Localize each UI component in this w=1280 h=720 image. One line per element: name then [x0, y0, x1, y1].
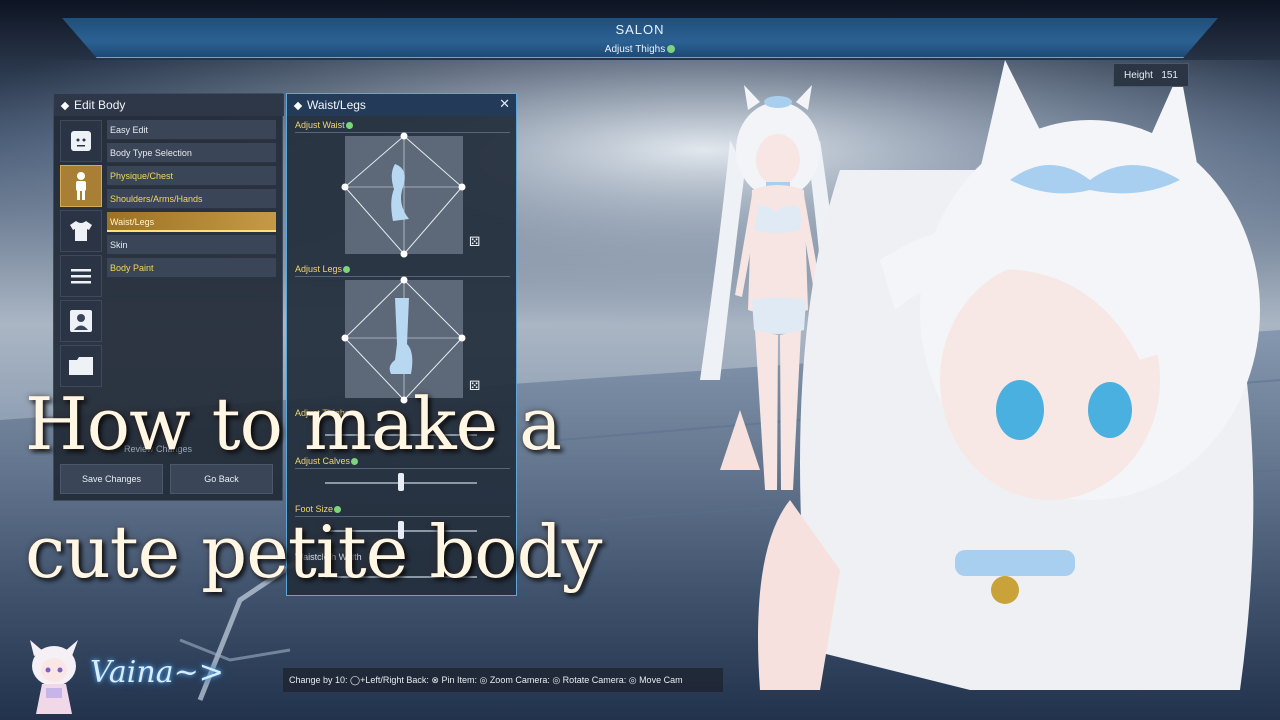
page-subtitle: Adjust Thighs: [0, 44, 1280, 55]
folder-icon: [69, 357, 93, 375]
category-profile[interactable]: [60, 300, 102, 342]
menu-item-easy-edit[interactable]: Easy Edit: [107, 120, 276, 140]
character-close-up: [720, 60, 1260, 690]
adjust-legs-label: Adjust Legs: [295, 264, 351, 274]
gem-icon: [343, 266, 351, 274]
height-label: Height: [1124, 69, 1153, 81]
category-clothing[interactable]: [60, 210, 102, 252]
signature-text: Vaina~>: [90, 655, 224, 690]
category-options[interactable]: [60, 255, 102, 297]
calves-slider-knob[interactable]: [398, 473, 404, 491]
edit-menu-list: Easy Edit Body Type Selection Physique/C…: [107, 120, 276, 281]
waist-legs-header: Waist/Legs: [287, 94, 516, 116]
randomize-dice-icon[interactable]: ⚄: [469, 234, 483, 249]
chibi-mascot-image: [30, 640, 78, 714]
menu-item-body-type[interactable]: Body Type Selection: [107, 143, 276, 163]
controls-help-bar: Change by 10: ◯+Left/Right Back: ⊗ Pin I…: [283, 668, 723, 692]
adjust-legs-text: Adjust Legs: [295, 264, 343, 274]
edit-body-header: Edit Body: [54, 94, 284, 116]
diamond-icon: [293, 101, 303, 111]
edit-body-title: Edit Body: [74, 98, 126, 112]
menu-item-shoulders[interactable]: Shoulders/Arms/Hands: [107, 189, 276, 209]
category-body[interactable]: [60, 165, 102, 207]
height-readout: Height 151: [1113, 63, 1189, 87]
subtitle-text: Adjust Thighs: [604, 44, 666, 55]
menu-item-skin[interactable]: Skin: [107, 235, 276, 255]
gem-icon: [667, 45, 676, 54]
page-title: SALON: [615, 22, 665, 37]
menu-lines-icon: [71, 269, 91, 284]
menu-item-waist-legs[interactable]: Waist/Legs: [107, 212, 276, 232]
overlay-title-line1: How to make a: [25, 382, 562, 466]
category-face[interactable]: [60, 120, 102, 162]
diamond-icon: [60, 101, 70, 111]
category-column: [60, 120, 104, 390]
game-scene: SALON Adjust Thighs Height 151 Edit Body: [0, 0, 1280, 720]
category-folder[interactable]: [60, 345, 102, 387]
body-figure-icon: [76, 172, 86, 200]
shirt-icon: [70, 221, 92, 241]
face-icon: [71, 131, 91, 151]
save-changes-button[interactable]: Save Changes: [60, 464, 163, 494]
user-card-icon: [70, 310, 92, 332]
divider: [295, 468, 510, 469]
overlay-title-line2: cute petite body: [25, 510, 602, 594]
menu-item-body-paint[interactable]: Body Paint: [107, 258, 276, 278]
height-value: 151: [1161, 69, 1178, 81]
close-icon[interactable]: ✕: [499, 96, 510, 112]
waist-legs-title: Waist/Legs: [307, 98, 366, 112]
menu-item-physique[interactable]: Physique/Chest: [107, 166, 276, 186]
waist-diamond-control[interactable]: [337, 129, 471, 263]
go-back-button[interactable]: Go Back: [170, 464, 273, 494]
edit-buttons-row: Save Changes Go Back: [60, 464, 280, 494]
